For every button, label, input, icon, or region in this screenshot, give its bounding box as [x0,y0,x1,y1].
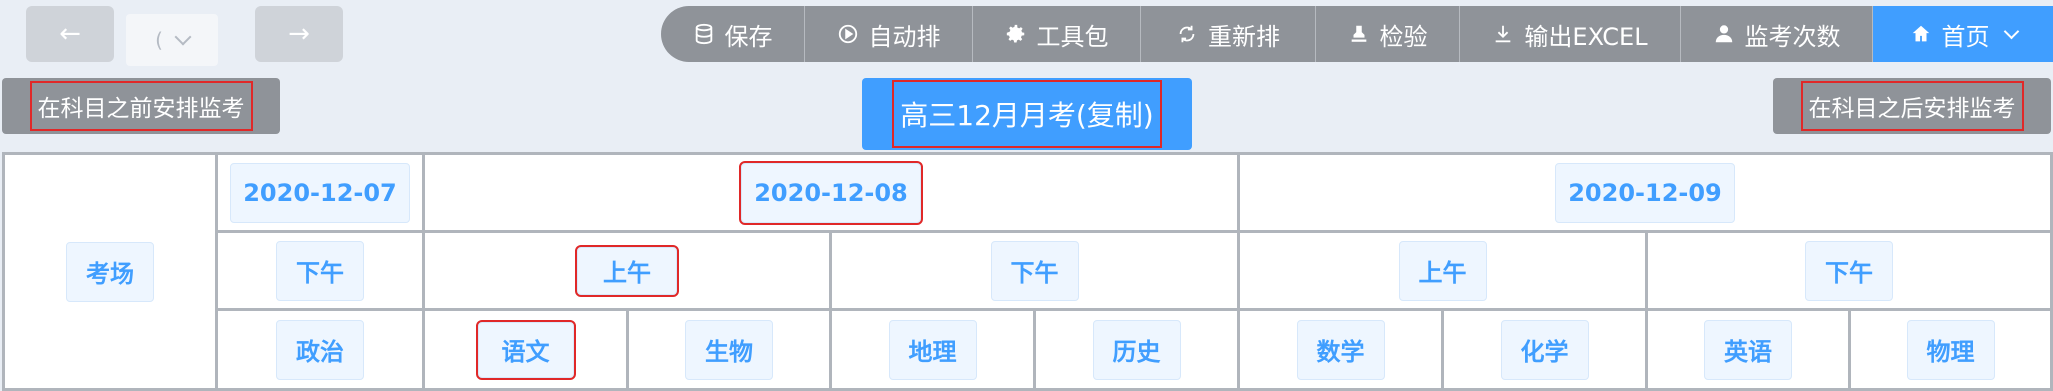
home-dropdown[interactable]: 首页 [1873,6,2053,62]
subject-tag[interactable]: 语文 [475,319,576,380]
select-value: ( [155,28,163,52]
forward-button[interactable]: → [255,6,343,62]
subject-tag[interactable]: 政治 [276,319,364,380]
rearrange-label: 重新排 [1208,22,1280,51]
toolbar: 保存 自动排 工具包 重新排 检验 输出EXCEL 监考次数 首页 [661,6,2053,62]
date-tag[interactable]: 2020-12-09 [1555,162,1735,223]
database-icon [693,23,715,45]
session-cell: 下午 [218,233,425,311]
subject-cell: 数学 [1240,311,1444,388]
before-subject-button[interactable]: 在科目之前安排监考 [2,78,280,134]
subject-tag[interactable]: 英语 [1704,319,1792,380]
session-tag[interactable]: 上午 [1398,240,1487,301]
session-tag[interactable]: 下午 [1805,240,1893,301]
date-tag[interactable]: 2020-12-07 [230,162,410,223]
arrow-right-icon: → [288,19,310,49]
stamp-icon [1348,23,1370,45]
date-tag[interactable]: 2020-12-08 [739,160,923,225]
before-subject-label: 在科目之前安排监考 [29,81,253,131]
date-cell: 2020-12-07 [218,155,425,233]
proctor-count-button[interactable]: 监考次数 [1681,6,1873,62]
session-tag[interactable]: 上午 [575,244,679,297]
home-label: 首页 [1941,22,1990,51]
chevron-down-icon [2003,23,2019,39]
subject-cell: 语文 [425,311,629,388]
subject-cell: 物理 [1851,311,2050,388]
exam-title-label: 高三12月月考(复制) [892,80,1162,148]
save-button[interactable]: 保存 [661,6,805,62]
subject-cell: 政治 [218,311,425,388]
subject-tag[interactable]: 数学 [1296,319,1385,380]
user-icon [1713,23,1735,45]
subject-cell: 地理 [832,311,1036,388]
subject-cell: 化学 [1444,311,1648,388]
session-cell: 下午 [832,233,1240,311]
chevron-down-icon [174,28,192,46]
subject-cell: 英语 [1648,311,1851,388]
after-subject-label: 在科目之后安排监考 [1800,81,2024,131]
auto-arrange-button[interactable]: 自动排 [805,6,973,62]
check-button[interactable]: 检验 [1316,6,1460,62]
back-button[interactable]: ← [26,6,114,62]
download-icon [1492,23,1514,45]
subject-tag[interactable]: 历史 [1092,319,1181,380]
room-header-cell: 考场 [5,155,218,388]
subject-tag[interactable]: 化学 [1500,319,1589,380]
after-subject-button[interactable]: 在科目之后安排监考 [1773,78,2051,134]
export-excel-label: 输出EXCEL [1524,22,1648,51]
exam-select[interactable]: ( [126,14,218,66]
subject-tag[interactable]: 地理 [888,319,977,380]
arrow-left-icon: ← [59,19,81,49]
gear-icon [1005,23,1027,45]
session-tag[interactable]: 下午 [990,240,1079,301]
session-cell: 上午 [1240,233,1648,311]
room-label[interactable]: 考场 [66,241,154,302]
subject-tag[interactable]: 物理 [1906,319,1995,380]
toolkit-label: 工具包 [1036,22,1109,51]
play-circle-icon [837,23,859,45]
toolkit-button[interactable]: 工具包 [973,6,1141,62]
rearrange-button[interactable]: 重新排 [1141,6,1316,62]
subject-tag[interactable]: 生物 [685,319,773,380]
subject-cell: 历史 [1036,311,1240,388]
auto-arrange-label: 自动排 [868,22,941,51]
check-label: 检验 [1379,22,1428,51]
date-cell: 2020-12-09 [1240,155,2050,233]
session-cell: 下午 [1648,233,2050,311]
session-cell: 上午 [425,233,832,311]
refresh-icon [1176,23,1198,45]
session-tag[interactable]: 下午 [276,240,364,301]
date-cell: 2020-12-08 [425,155,1240,233]
home-icon [1910,23,1932,45]
save-label: 保存 [724,22,773,51]
schedule-grid: 考场 2020-12-07 2020-12-08 2020-12-09 下午 上… [2,152,2053,391]
export-excel-button[interactable]: 输出EXCEL [1460,6,1681,62]
proctor-count-label: 监考次数 [1744,22,1841,51]
subject-cell: 生物 [629,311,832,388]
exam-title-button[interactable]: 高三12月月考(复制) [862,78,1192,150]
